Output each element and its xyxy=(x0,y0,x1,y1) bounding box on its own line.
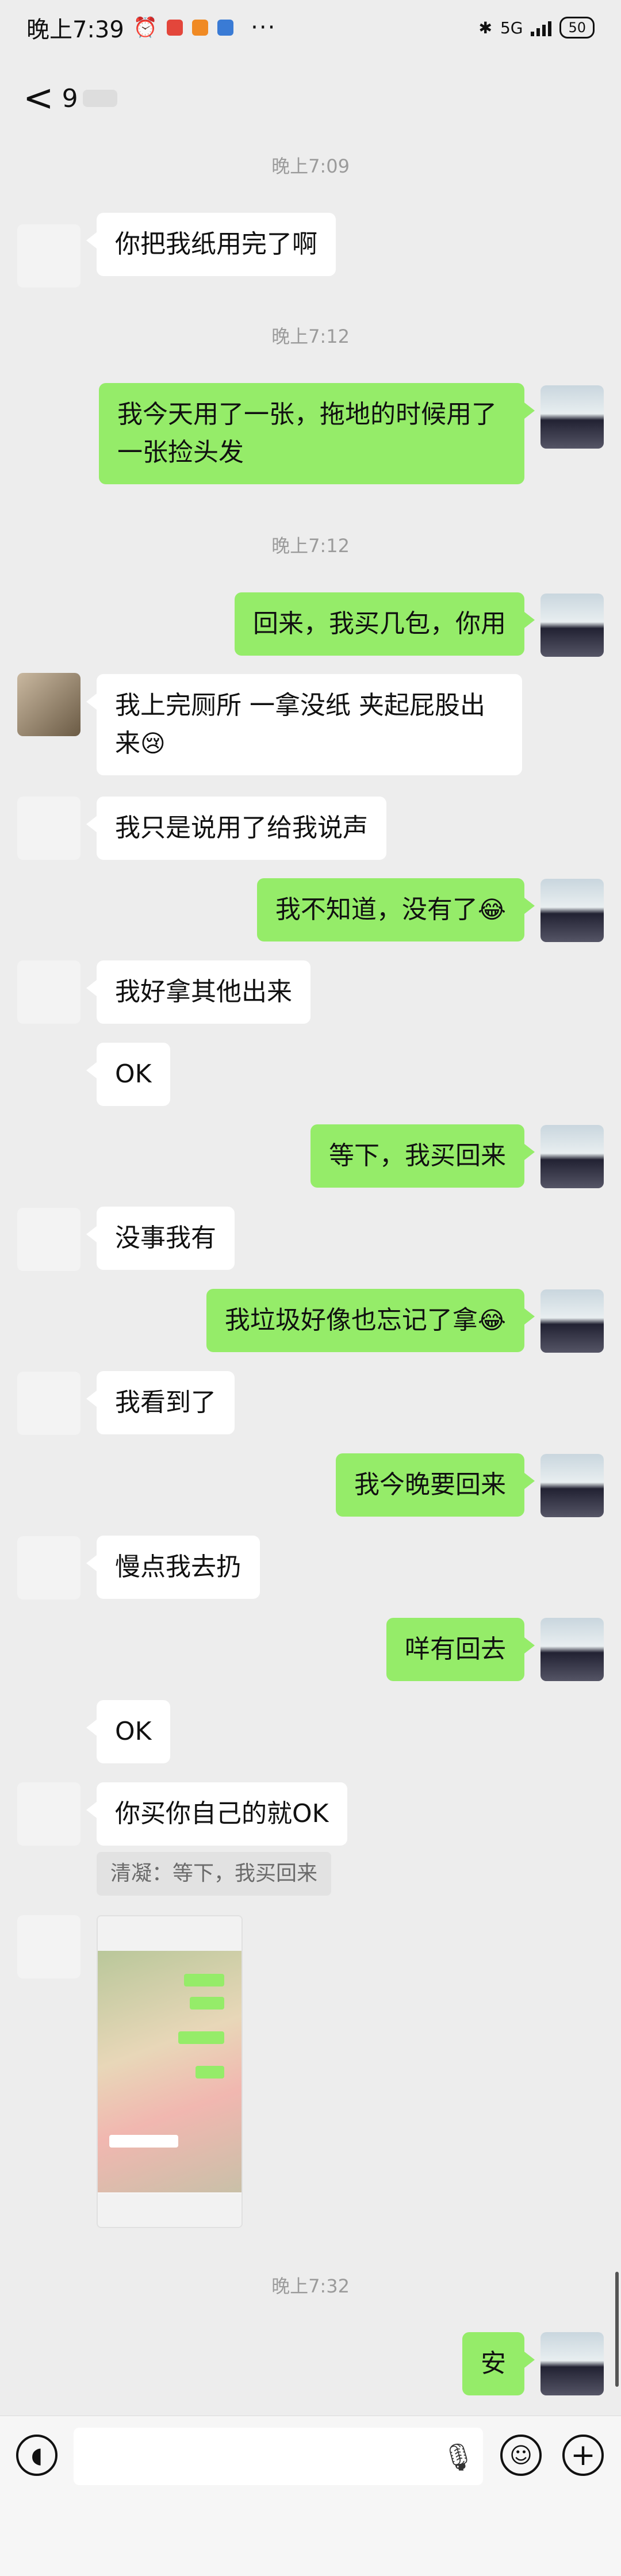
network-type: 5G xyxy=(500,18,523,37)
back-icon[interactable]: < xyxy=(23,80,54,117)
status-bar: 晚上7:39 ⏰ ··· ✱ 5G 50 xyxy=(0,0,621,55)
message-bubble-sent[interactable]: 咩有回去 xyxy=(386,1618,535,1681)
message-bubble-received[interactable]: 你把我纸用完了啊 xyxy=(86,213,336,276)
laughing-emoji-icon: 😂 xyxy=(477,1306,506,1334)
crying-emoji-icon: 😢 xyxy=(140,729,166,757)
message-input[interactable] xyxy=(74,2428,483,2485)
alarm-icon: ⏰ xyxy=(133,16,158,39)
message-bubble-sent[interactable]: 安 xyxy=(462,2332,535,2395)
contact-avatar[interactable] xyxy=(17,1372,80,1435)
scrollbar[interactable] xyxy=(615,2272,619,2387)
my-avatar[interactable] xyxy=(540,385,604,449)
message-text: 我不知道，没有了 xyxy=(275,895,478,924)
message-bubble-sent[interactable]: 我今晚要回来 xyxy=(336,1453,535,1517)
chat-title-obscured xyxy=(82,90,117,107)
quoted-message[interactable]: 清凝：等下，我买回来 xyxy=(97,1852,332,1896)
message-bubble-sent[interactable]: 等下，我买回来 xyxy=(310,1124,535,1188)
timestamp: 晚上7:12 xyxy=(271,326,350,347)
my-avatar[interactable] xyxy=(540,1289,604,1353)
message-bubble-received[interactable]: 我看到了 xyxy=(86,1371,235,1434)
message-bubble-received[interactable]: OK xyxy=(86,1043,170,1106)
input-bar: ◖ 🎙 ☺ + xyxy=(0,2416,621,2502)
app-icon-orange xyxy=(192,20,209,36)
emoji-picker-icon[interactable]: ☺ xyxy=(500,2435,542,2476)
message-bubble-sent[interactable]: 我垃圾好像也忘记了拿😂 xyxy=(206,1289,535,1352)
message-text: 我上完厕所 一拿没纸 夹起屁股出来 xyxy=(115,691,485,758)
timestamp: 晚上7:32 xyxy=(271,2275,350,2297)
contact-avatar[interactable] xyxy=(17,1915,80,1978)
screenshot-image-message[interactable] xyxy=(97,1915,243,2228)
my-avatar[interactable] xyxy=(540,594,604,657)
signal-icon xyxy=(531,19,552,36)
chat-header: < 9 xyxy=(0,55,621,141)
image-detail xyxy=(195,2066,224,2079)
app-icon-blue xyxy=(217,20,234,36)
my-avatar[interactable] xyxy=(540,2332,604,2395)
contact-avatar[interactable] xyxy=(17,673,80,736)
status-left: 晚上7:39 ⏰ ··· xyxy=(26,11,276,44)
gesture-area xyxy=(0,2502,621,2576)
battery-icon: 50 xyxy=(559,17,595,39)
image-footer-area xyxy=(98,2194,241,2227)
more-actions-icon[interactable]: + xyxy=(562,2435,604,2476)
message-bubble-received[interactable]: 慢点我去扔 xyxy=(86,1536,260,1599)
bluetooth-icon: ✱ xyxy=(478,18,492,37)
app-icon-red xyxy=(167,20,183,36)
image-detail xyxy=(190,1997,224,2009)
message-bubble-received[interactable]: 我上完厕所 一拿没纸 夹起屁股出来😢 xyxy=(86,674,522,775)
message-bubble-received[interactable]: OK xyxy=(86,1700,170,1763)
message-bubble-received[interactable]: 没事我有 xyxy=(86,1207,235,1270)
my-avatar[interactable] xyxy=(540,1618,604,1681)
mic-icon[interactable]: 🎙 xyxy=(442,2441,475,2473)
unread-count[interactable]: 9 xyxy=(62,84,78,113)
image-detail xyxy=(184,1974,224,1986)
contact-avatar[interactable] xyxy=(17,960,80,1024)
timestamp: 晚上7:09 xyxy=(271,155,350,177)
message-bubble-sent[interactable]: 回来，我买几包，你用 xyxy=(235,592,535,656)
contact-avatar[interactable] xyxy=(17,1782,80,1846)
my-avatar[interactable] xyxy=(540,879,604,942)
status-time: 晚上7:39 xyxy=(26,17,124,43)
contact-avatar[interactable] xyxy=(17,224,80,288)
my-avatar[interactable] xyxy=(540,1125,604,1188)
status-right: ✱ 5G 50 xyxy=(478,17,595,39)
message-text: 我垃圾好像也忘记了拿 xyxy=(224,1306,478,1335)
contact-avatar[interactable] xyxy=(17,1208,80,1271)
image-detail xyxy=(109,2135,178,2148)
more-notifications-icon: ··· xyxy=(251,14,277,41)
message-bubble-received[interactable]: 你买你自己的就OK xyxy=(86,1782,347,1846)
image-header-area xyxy=(98,1916,241,1951)
laughing-emoji-icon: 😂 xyxy=(477,895,506,924)
message-bubble-sent[interactable]: 我今天用了一张，拖地的时候用了一张捡头发 xyxy=(99,383,535,484)
timestamp: 晚上7:12 xyxy=(271,535,350,557)
contact-avatar[interactable] xyxy=(17,1536,80,1599)
contact-avatar[interactable] xyxy=(17,797,80,860)
message-bubble-received[interactable]: 我好拿其他出来 xyxy=(86,960,310,1024)
message-bubble-sent[interactable]: 我不知道，没有了😂 xyxy=(256,878,535,941)
voice-input-icon[interactable]: ◖ xyxy=(16,2435,57,2476)
image-detail xyxy=(178,2031,224,2044)
my-avatar[interactable] xyxy=(540,1454,604,1517)
message-bubble-received[interactable]: 我只是说用了给我说声 xyxy=(86,797,386,860)
